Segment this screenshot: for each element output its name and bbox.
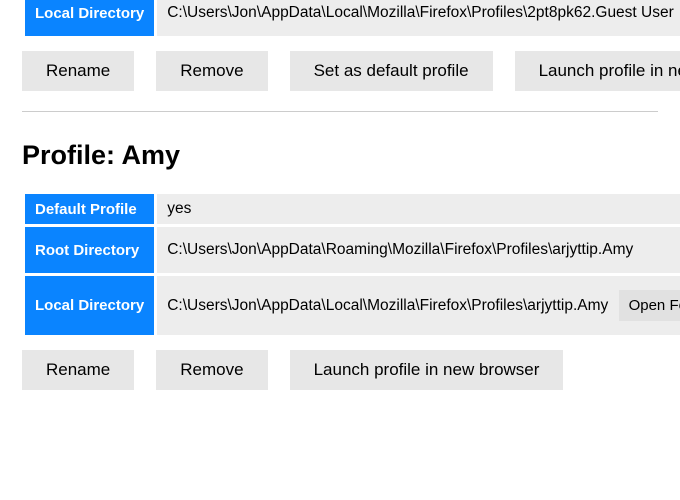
profile-actions: Rename Remove Set as default profile Lau… — [22, 51, 658, 91]
profile-title: Profile: Amy — [22, 140, 658, 171]
profile-table: Default Profile yes Root Directory C:\Us… — [22, 191, 680, 338]
row-label-root-directory: Root Directory — [25, 227, 154, 273]
row-value-local-directory: C:\Users\Jon\AppData\Local\Mozilla\Firef… — [157, 276, 680, 335]
table-row: Default Profile yes — [25, 194, 680, 224]
local-directory-path: C:\Users\Jon\AppData\Local\Mozilla\Firef… — [167, 297, 608, 314]
profile-actions: Rename Remove Launch profile in new brow… — [22, 350, 658, 390]
row-value-default-profile: yes — [157, 194, 680, 224]
row-value-root-directory: C:\Users\Jon\AppData\Roaming\Mozilla\Fir… — [157, 227, 680, 273]
row-label-local-directory: Local Directory — [25, 276, 154, 335]
profile-table: Local Directory C:\Users\Jon\AppData\Loc… — [22, 0, 680, 39]
launch-profile-button[interactable]: Launch profile in new browser — [290, 350, 564, 390]
launch-profile-button[interactable]: Launch profile in new browser — [515, 51, 680, 91]
table-row: Local Directory C:\Users\Jon\AppData\Loc… — [25, 0, 680, 36]
divider — [22, 111, 658, 112]
set-default-button[interactable]: Set as default profile — [290, 51, 493, 91]
row-value-local-directory: C:\Users\Jon\AppData\Local\Mozilla\Firef… — [157, 0, 680, 36]
remove-button[interactable]: Remove — [156, 51, 267, 91]
rename-button[interactable]: Rename — [22, 51, 134, 91]
remove-button[interactable]: Remove — [156, 350, 267, 390]
open-folder-button[interactable]: Open Folder — [619, 290, 680, 321]
row-label-default-profile: Default Profile — [25, 194, 154, 224]
table-row: Local Directory C:\Users\Jon\AppData\Loc… — [25, 276, 680, 335]
rename-button[interactable]: Rename — [22, 350, 134, 390]
row-label-local-directory: Local Directory — [25, 0, 154, 36]
table-row: Root Directory C:\Users\Jon\AppData\Roam… — [25, 227, 680, 273]
